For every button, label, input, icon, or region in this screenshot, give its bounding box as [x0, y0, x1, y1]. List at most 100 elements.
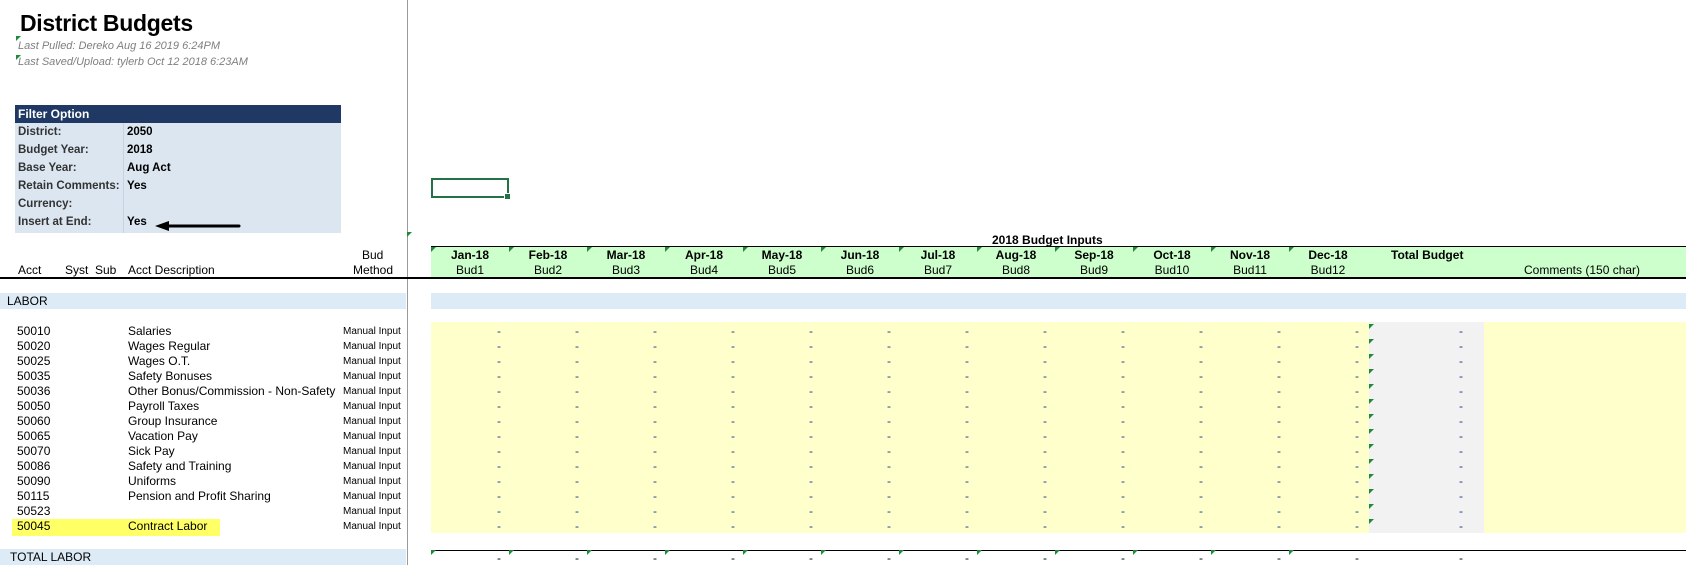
budget-cell[interactable]: -	[497, 519, 501, 534]
budget-cell[interactable]: -	[1355, 459, 1359, 474]
budget-cell[interactable]: -	[887, 489, 891, 504]
budget-cell[interactable]: -	[731, 354, 735, 369]
budget-cell[interactable]: -	[575, 354, 579, 369]
desc-cell[interactable]: Pension and Profit Sharing	[128, 489, 342, 504]
budget-cell[interactable]: -	[809, 414, 813, 429]
budget-cell[interactable]: -	[965, 369, 969, 384]
budget-cell[interactable]: -	[653, 339, 657, 354]
month-header[interactable]: Feb-18 Bud2	[509, 248, 587, 277]
acct-cell[interactable]: 50086	[17, 459, 50, 474]
comment-indicator-icon[interactable]	[1369, 519, 1374, 524]
budget-cell[interactable]: -	[1277, 444, 1281, 459]
comment-indicator-icon[interactable]	[977, 550, 982, 555]
budget-cell[interactable]: -	[1043, 369, 1047, 384]
filter-row-district[interactable]: District: 2050	[15, 123, 341, 141]
budget-cell[interactable]: -	[1355, 429, 1359, 444]
budget-cell[interactable]: -	[1121, 459, 1125, 474]
month-header[interactable]: Jan-18 Bud1	[431, 248, 509, 277]
budget-cell[interactable]: -	[731, 369, 735, 384]
budget-cell[interactable]: -	[1121, 444, 1125, 459]
table-row[interactable]: 50010 Salaries Manual Input - - - - - - - - - - - - -	[0, 324, 1689, 339]
budget-cell[interactable]: -	[965, 354, 969, 369]
budget-cell[interactable]: -	[1277, 519, 1281, 534]
budget-cell[interactable]: -	[497, 399, 501, 414]
comment-indicator-icon[interactable]	[1369, 339, 1374, 344]
comment-indicator-icon[interactable]	[1369, 414, 1374, 419]
budget-cell[interactable]: -	[1277, 414, 1281, 429]
desc-cell[interactable]: Uniforms	[128, 474, 342, 489]
total-budget-cell[interactable]: -	[1459, 369, 1463, 384]
budget-cell[interactable]: -	[809, 399, 813, 414]
budget-cell[interactable]: -	[653, 399, 657, 414]
table-row[interactable]: 50070 Sick Pay Manual Input - - - - - - - - - - - - -	[0, 444, 1689, 459]
budget-cell[interactable]: -	[653, 384, 657, 399]
budget-cell[interactable]: -	[1199, 414, 1203, 429]
budget-cell[interactable]: -	[1043, 354, 1047, 369]
budget-cell[interactable]: -	[1043, 489, 1047, 504]
total-budget-cell[interactable]: -	[1459, 354, 1463, 369]
budget-cell[interactable]: -	[575, 519, 579, 534]
filter-value[interactable]: 2050	[127, 123, 153, 141]
budget-cell[interactable]: -	[965, 399, 969, 414]
budget-cell[interactable]: -	[575, 399, 579, 414]
budget-cell[interactable]: -	[575, 384, 579, 399]
budget-cell[interactable]: -	[809, 474, 813, 489]
budget-cell[interactable]: -	[1121, 519, 1125, 534]
acct-cell[interactable]: 50050	[17, 399, 50, 414]
month-header[interactable]: Jul-18 Bud7	[899, 248, 977, 277]
filter-row-currency[interactable]: Currency:	[15, 195, 341, 213]
comment-indicator-icon[interactable]	[1369, 474, 1374, 479]
budget-cell[interactable]: -	[653, 429, 657, 444]
budget-cell[interactable]: -	[1277, 474, 1281, 489]
budget-cell[interactable]: -	[731, 384, 735, 399]
budget-cell[interactable]: -	[1355, 384, 1359, 399]
budget-cell[interactable]: -	[731, 339, 735, 354]
comment-indicator-icon[interactable]	[1369, 489, 1374, 494]
budget-cell[interactable]: -	[1121, 504, 1125, 519]
budget-cell[interactable]: -	[575, 414, 579, 429]
budget-cell[interactable]: -	[809, 519, 813, 534]
budget-cell[interactable]: -	[497, 489, 501, 504]
table-row[interactable]: 50025 Wages O.T. Manual Input - - - - - - - - - - - - -	[0, 354, 1689, 369]
budget-cell[interactable]: -	[1043, 399, 1047, 414]
method-cell[interactable]: Manual Input	[343, 339, 401, 354]
budget-cell[interactable]: -	[1277, 354, 1281, 369]
budget-cell[interactable]: -	[965, 414, 969, 429]
total-budget-cell[interactable]: -	[1459, 339, 1463, 354]
comment-indicator-icon[interactable]	[16, 36, 21, 41]
budget-cell[interactable]: -	[1277, 504, 1281, 519]
acct-cell[interactable]: 50045	[17, 519, 50, 534]
budget-cell[interactable]: -	[887, 369, 891, 384]
budget-cell[interactable]: -	[653, 444, 657, 459]
budget-cell[interactable]: -	[575, 429, 579, 444]
budget-cell[interactable]: -	[809, 429, 813, 444]
budget-cell[interactable]: -	[653, 414, 657, 429]
desc-cell[interactable]: Other Bonus/Commission - Non-Safety	[128, 384, 342, 399]
comment-indicator-icon[interactable]	[1369, 444, 1374, 449]
desc-cell[interactable]: Safety and Training	[128, 459, 342, 474]
budget-cell[interactable]: -	[1355, 399, 1359, 414]
acct-cell[interactable]: 50020	[17, 339, 50, 354]
month-header[interactable]: Mar-18 Bud3	[587, 248, 665, 277]
comment-indicator-icon[interactable]	[899, 550, 904, 555]
comment-indicator-icon[interactable]	[743, 550, 748, 555]
budget-cell[interactable]: -	[1121, 474, 1125, 489]
method-cell[interactable]: Manual Input	[343, 489, 401, 504]
budget-cell[interactable]: -	[965, 384, 969, 399]
acct-cell[interactable]: 50010	[17, 324, 50, 339]
filter-row-budget-year[interactable]: Budget Year: 2018	[15, 141, 341, 159]
comment-indicator-icon[interactable]	[431, 550, 436, 555]
budget-cell[interactable]: -	[887, 444, 891, 459]
table-row[interactable]: 50050 Payroll Taxes Manual Input - - - - - - - - - -…	[0, 399, 1689, 414]
comment-indicator-icon[interactable]	[665, 550, 670, 555]
desc-cell[interactable]: Group Insurance	[128, 414, 342, 429]
budget-cell[interactable]: -	[1199, 324, 1203, 339]
budget-cell[interactable]: -	[497, 414, 501, 429]
table-row[interactable]: 50020 Wages Regular Manual Input - - - - - - - - - -…	[0, 339, 1689, 354]
budget-cell[interactable]: -	[1043, 444, 1047, 459]
budget-cell[interactable]: -	[653, 354, 657, 369]
total-budget-cell[interactable]: -	[1459, 459, 1463, 474]
filter-value[interactable]: Aug Act	[127, 159, 171, 177]
budget-cell[interactable]: -	[1121, 384, 1125, 399]
comment-indicator-icon[interactable]	[1369, 399, 1374, 404]
